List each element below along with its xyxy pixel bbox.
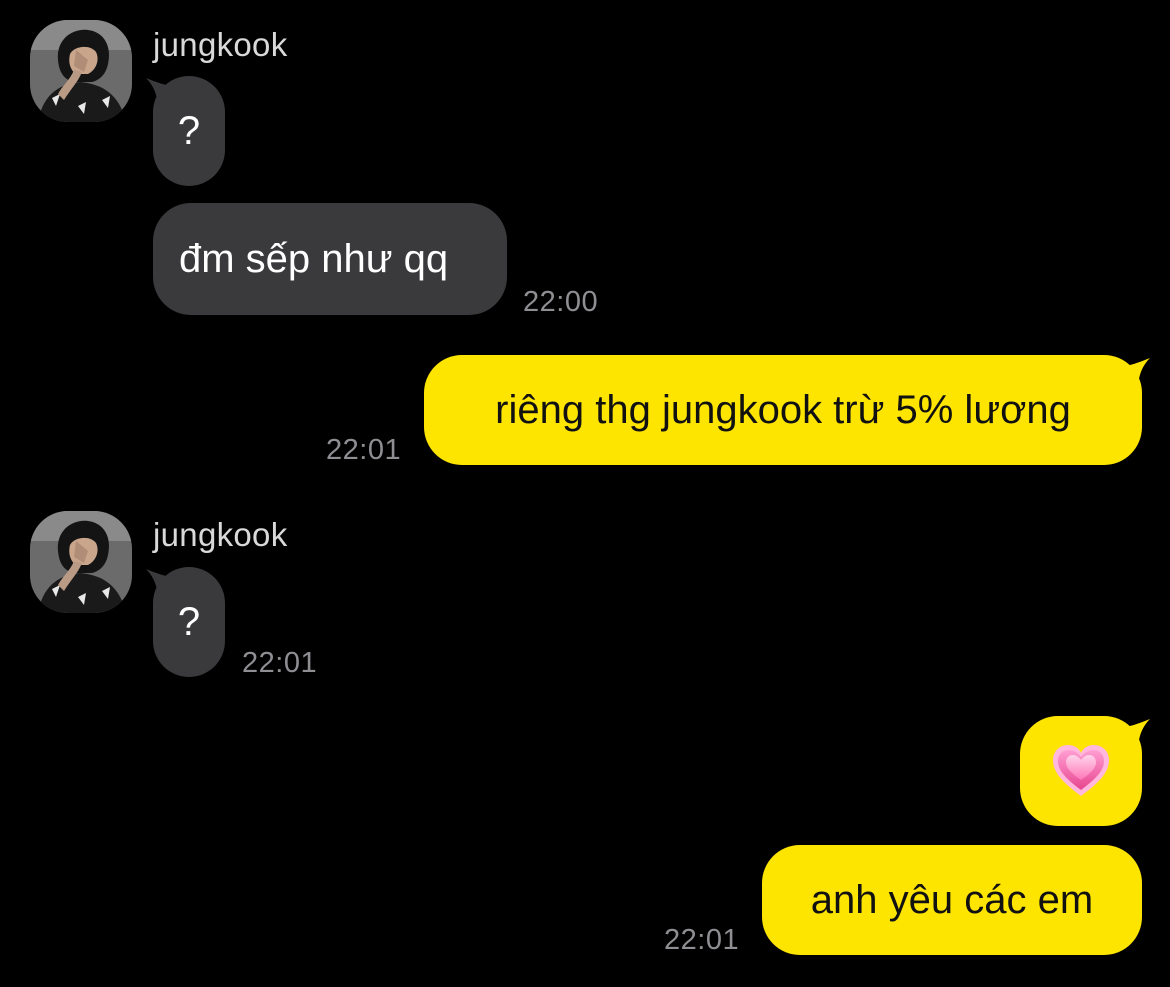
message-bubble-outgoing[interactable]: riêng thg jungkook trừ 5% lương bbox=[424, 355, 1142, 465]
message-bubble-incoming[interactable]: ? bbox=[153, 76, 225, 186]
sender-name: jungkook bbox=[153, 26, 288, 63]
message-text: đm sếp như qq bbox=[179, 237, 449, 281]
sender-name: jungkook bbox=[153, 516, 288, 553]
message-text: anh yêu các em bbox=[810, 878, 1094, 922]
avatar[interactable] bbox=[30, 20, 132, 122]
message-text: ? bbox=[177, 109, 201, 153]
avatar[interactable] bbox=[30, 511, 132, 613]
message-bubble-outgoing[interactable]: anh yêu các em bbox=[762, 845, 1142, 955]
message-bubble-incoming[interactable]: ? bbox=[153, 567, 225, 677]
message-text: riêng thg jungkook trừ 5% lương bbox=[495, 388, 1071, 432]
message-text: ? bbox=[177, 600, 201, 644]
message-bubble-outgoing[interactable] bbox=[1020, 716, 1142, 826]
message-timestamp: 22:01 bbox=[242, 647, 318, 679]
message-timestamp: 22:01 bbox=[326, 434, 402, 466]
growing-heart-emoji bbox=[1053, 745, 1109, 796]
message-bubble-incoming[interactable]: đm sếp như qq bbox=[153, 203, 507, 315]
message-timestamp: 22:00 bbox=[523, 286, 599, 318]
message-timestamp: 22:01 bbox=[664, 924, 740, 956]
